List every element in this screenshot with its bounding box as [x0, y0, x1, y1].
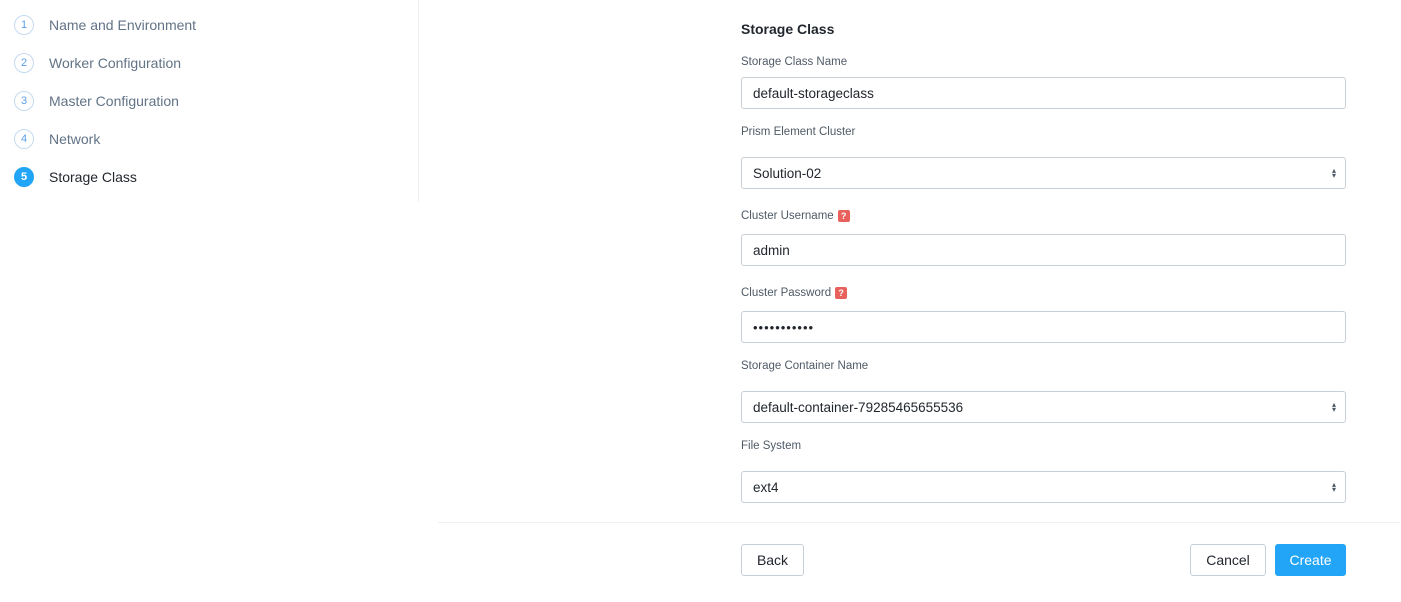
step-network[interactable]: 4 Network	[14, 129, 100, 149]
label-text: Storage Class Name	[741, 56, 848, 68]
cancel-button[interactable]: Cancel	[1190, 544, 1266, 576]
cluster-password-input[interactable]: •••••••••••	[741, 311, 1346, 343]
create-button[interactable]: Create	[1275, 544, 1346, 576]
file-system-label: File System	[741, 440, 801, 452]
select-value: ext4	[753, 479, 779, 495]
storage-class-name-input[interactable]: default-storageclass	[741, 77, 1346, 109]
step-label: Storage Class	[49, 169, 137, 185]
storage-container-name-select[interactable]: default-container-79285465655536 ▴ ▾	[741, 391, 1346, 423]
storage-container-name-label: Storage Container Name	[741, 360, 868, 372]
step-worker-configuration[interactable]: 2 Worker Configuration	[14, 53, 181, 73]
label-text: Cluster Username	[741, 210, 834, 222]
label-text: File System	[741, 440, 802, 452]
step-storage-class[interactable]: 5 Storage Class	[14, 167, 137, 187]
create-cluster-wizard: 1 Name and Environment 2 Worker Configur…	[0, 0, 1401, 602]
cluster-username-input[interactable]: admin	[741, 234, 1346, 266]
help-icon[interactable]: ?	[837, 210, 850, 222]
step-label: Master Configuration	[49, 93, 179, 109]
select-value: Solution-02	[753, 165, 822, 181]
step-number: 2	[14, 53, 34, 73]
back-button[interactable]: Back	[741, 544, 804, 576]
wizard-stepper: 1 Name and Environment 2 Worker Configur…	[0, 0, 419, 202]
select-arrows-icon: ▴ ▾	[1331, 480, 1336, 494]
step-number: 3	[14, 91, 34, 111]
label-text: Storage Container Name	[741, 360, 869, 372]
prism-element-cluster-label: Prism Element Cluster	[741, 126, 855, 138]
label-text: Prism Element Cluster	[741, 126, 856, 138]
file-system-select[interactable]: ext4 ▴ ▾	[741, 471, 1346, 503]
step-name-and-environment[interactable]: 1 Name and Environment	[14, 15, 196, 35]
input-value: •••••••••••	[753, 319, 815, 335]
step-label: Network	[49, 131, 101, 147]
input-value: admin	[753, 242, 790, 258]
step-label: Worker Configuration	[49, 55, 182, 71]
help-icon[interactable]: ?	[835, 287, 848, 299]
select-arrows-icon: ▴ ▾	[1331, 400, 1336, 414]
step-master-configuration[interactable]: 3 Master Configuration	[14, 91, 179, 111]
step-number: 4	[14, 129, 34, 149]
cluster-password-label: Cluster Password ?	[741, 287, 848, 299]
step-number: 1	[14, 15, 34, 35]
input-value: default-storageclass	[753, 85, 874, 101]
select-arrows-icon: ▴ ▾	[1331, 166, 1336, 180]
step-label: Name and Environment	[49, 17, 197, 33]
section-title: Storage Class	[741, 21, 835, 37]
cluster-username-label: Cluster Username ?	[741, 210, 850, 222]
storage-class-name-label: Storage Class Name	[741, 56, 847, 68]
step-number: 5	[14, 167, 34, 187]
label-text: Cluster Password	[741, 287, 832, 299]
footer-divider	[438, 522, 1400, 523]
prism-element-cluster-select[interactable]: Solution-02 ▴ ▾	[741, 157, 1346, 189]
select-value: default-container-79285465655536	[753, 399, 964, 415]
